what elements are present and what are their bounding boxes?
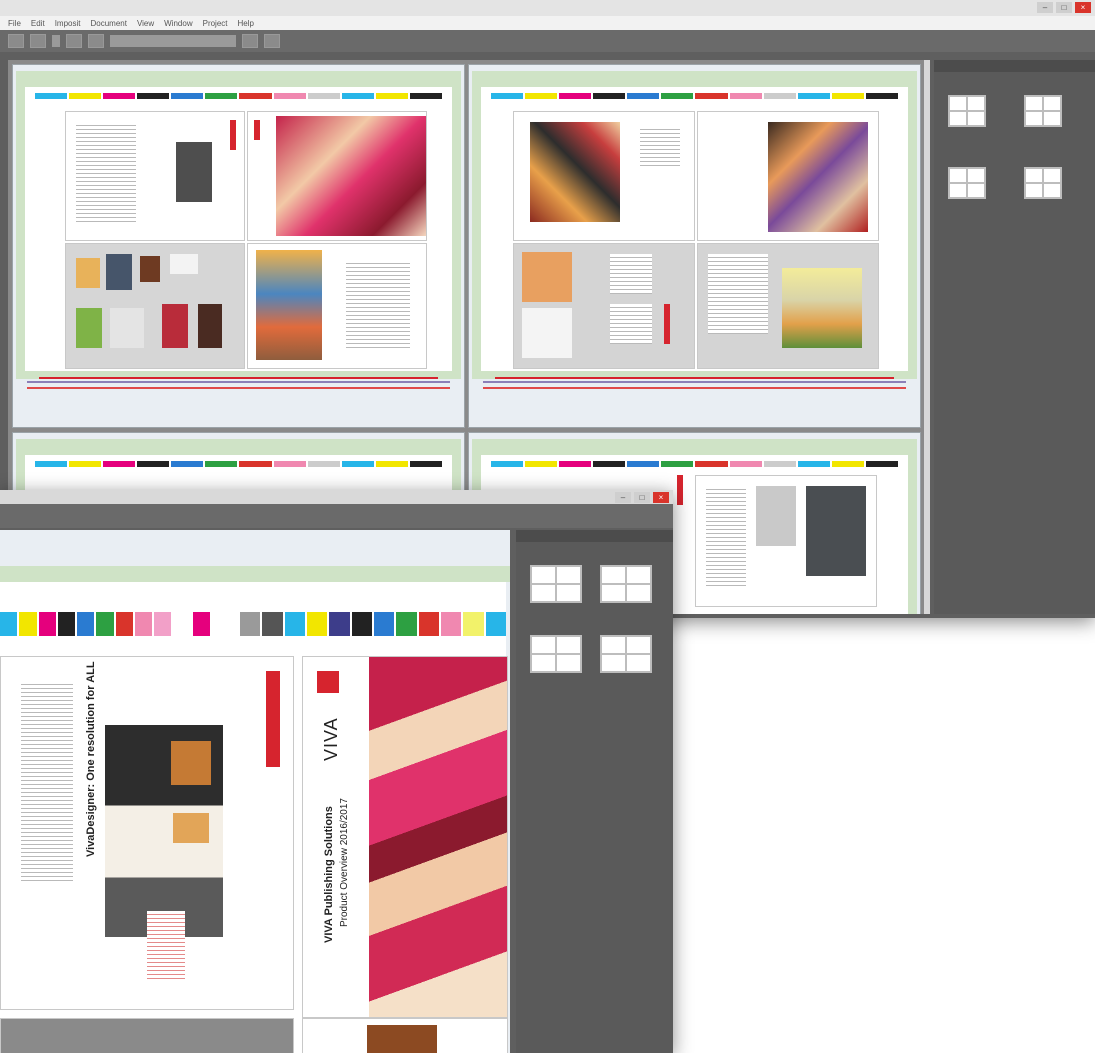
sheet-rule (27, 387, 450, 389)
sheet-rule (483, 381, 906, 383)
maximize-button[interactable]: □ (1056, 2, 1072, 13)
back-window-controls: – □ × (1037, 2, 1091, 13)
brochure-cover: VIVA VIVA Publishing Solutions Product O… (302, 656, 508, 1018)
viva-logo: VIVA (317, 671, 355, 781)
refresh-icon[interactable] (242, 34, 258, 48)
page-tab (266, 671, 280, 767)
menu-edit[interactable]: Edit (31, 19, 45, 28)
zoomed-canvas[interactable]: VivaDesigner: One resolution for ALL VIV… (0, 530, 510, 1053)
sheet-rule (483, 387, 906, 389)
front-window-titlebar: – □ × (0, 490, 673, 504)
hand-tool-icon[interactable] (30, 34, 46, 48)
menu-help[interactable]: Help (238, 19, 254, 28)
canvas-scrollbar[interactable] (924, 60, 930, 614)
brochure-page-left: VivaDesigner: One resolution for ALL (0, 656, 294, 1010)
imposition-sheet[interactable] (12, 64, 465, 428)
minimize-button[interactable]: – (615, 492, 631, 503)
layout-preset[interactable] (530, 626, 582, 673)
toolbar (0, 30, 1095, 52)
front-window-controls: – □ × (615, 492, 669, 503)
page-thumbnail (513, 243, 695, 369)
front-toolbar (0, 504, 673, 528)
page-thumbnail (65, 243, 245, 369)
menu-file[interactable]: File (8, 19, 21, 28)
page-thumbnail (65, 111, 245, 241)
menu-imposit[interactable]: Imposit (55, 19, 81, 28)
page-thumbnail (695, 475, 877, 607)
back-window-titlebar: – □ × (0, 0, 1095, 16)
page-thumbnail (513, 111, 695, 241)
zoom-tool-icon[interactable] (8, 34, 24, 48)
close-button[interactable]: × (1075, 2, 1091, 13)
page-heading: VivaDesigner: One resolution for ALL (85, 661, 97, 857)
color-bar (35, 461, 442, 467)
cover-subtitle: Product Overview 2016/2017 (339, 798, 350, 927)
page-thumbnail (302, 1018, 508, 1053)
page-thumbnail (247, 243, 427, 369)
page-thumbnail (247, 111, 427, 241)
color-bar (240, 612, 506, 636)
zoom-select[interactable] (52, 35, 60, 47)
page-thumbnail (697, 111, 879, 241)
maximize-button[interactable]: □ (634, 492, 650, 503)
sheet-rule (495, 377, 894, 379)
layout-preset[interactable] (600, 626, 652, 673)
settings-icon[interactable] (264, 34, 280, 48)
layout-preset[interactable] (948, 158, 986, 199)
page-icon[interactable] (88, 34, 104, 48)
color-bar (491, 93, 898, 99)
pages-panel (516, 530, 673, 1053)
sheet-margin (0, 566, 510, 582)
layout-preset[interactable] (600, 556, 652, 603)
menu-view[interactable]: View (137, 19, 154, 28)
cover-image (369, 657, 507, 1017)
menu-project[interactable]: Project (203, 19, 228, 28)
sheet-rule (39, 377, 438, 379)
cover-title: VIVA Publishing Solutions (323, 806, 335, 943)
body-text (21, 681, 73, 881)
view-mode-icon[interactable] (66, 34, 82, 48)
layout-preset[interactable] (1024, 86, 1062, 127)
menu-document[interactable]: Document (90, 19, 126, 28)
color-bar (491, 461, 898, 467)
color-bar (0, 612, 210, 636)
close-button[interactable]: × (653, 492, 669, 503)
page-thumbnail (0, 1018, 294, 1053)
page-thumbnail (697, 243, 879, 369)
color-bar (35, 93, 442, 99)
menu-window[interactable]: Window (164, 19, 192, 28)
sheet-rule (27, 381, 450, 383)
panel-title (516, 530, 673, 542)
layout-preset[interactable] (530, 556, 582, 603)
menu-bar: File Edit Imposit Document View Window P… (0, 16, 1095, 30)
layout-preset[interactable] (948, 86, 986, 127)
sheet-paper (481, 87, 908, 379)
minimize-button[interactable]: – (1037, 2, 1053, 13)
layout-preset[interactable] (1024, 158, 1062, 199)
sheet-paper (25, 87, 452, 379)
panel-title (934, 60, 1095, 72)
pages-panel (934, 60, 1095, 614)
document-select[interactable] (110, 35, 236, 47)
imposition-sheet[interactable] (468, 64, 921, 428)
front-app-window: – □ × VivaDesigner: One resolution for A… (0, 490, 673, 1053)
